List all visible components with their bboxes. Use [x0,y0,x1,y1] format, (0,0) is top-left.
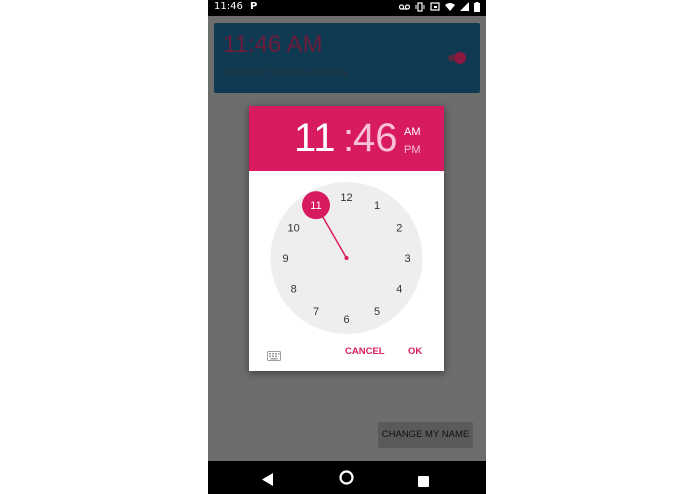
toggle-thumb [454,52,466,64]
dial-number-2[interactable]: 2 [396,223,402,235]
dial-number-7[interactable]: 7 [313,306,319,318]
alarm-toggle [446,52,466,64]
time-picker-header: 11 : 46 AM PM [249,106,444,171]
dial-number-4[interactable]: 4 [396,284,402,296]
time-picker-dialog: 11 : 46 AM PM 12 1 2 3 4 5 6 7 8 9 10 11 CANCEL OK [249,106,444,371]
dial-number-8[interactable]: 8 [291,284,297,296]
selected-minute[interactable]: 46 [353,116,398,161]
status-bar: 11:46 P [208,0,486,16]
selected-hour[interactable]: 11 [294,116,336,161]
wifi-icon [445,2,455,14]
dial-number-9[interactable]: 9 [282,253,288,265]
app-notification-icon: P [250,1,258,12]
voicemail-icon [398,3,411,14]
pm-toggle[interactable]: PM [404,144,421,156]
battery-icon [474,1,480,15]
dial-number-11[interactable]: 11 [310,200,321,212]
change-my-name-button: CHANGE MY NAME [378,422,473,448]
dial-number-6[interactable]: 6 [343,314,349,326]
cancel-button[interactable]: CANCEL [345,346,385,357]
navigation-bar [208,461,486,494]
dial-number-5[interactable]: 5 [374,306,380,318]
dial-number-1[interactable]: 1 [374,200,380,212]
alarm-time: 11:46 AM [223,31,323,58]
cast-icon [430,1,440,15]
alarm-reminder-text: Reminder: Shovel the driveway [223,67,348,77]
back-icon[interactable] [262,471,274,490]
status-time: 11:46 [214,1,243,12]
ok-button[interactable]: OK [408,346,422,357]
dial-number-10[interactable]: 10 [288,223,300,235]
vibrate-icon [415,1,425,15]
home-icon[interactable] [339,470,354,489]
dial-center [344,256,349,260]
dial-number-12[interactable]: 12 [340,192,352,204]
keyboard-icon[interactable] [267,346,281,365]
status-icons [398,1,480,15]
recents-icon[interactable] [418,472,429,491]
alarm-card: 11:46 AM Reminder: Shovel the driveway [214,23,480,93]
signal-icon [460,2,469,14]
am-toggle[interactable]: AM [404,126,421,138]
clock-dial[interactable]: 121234567891011 [249,171,444,346]
dial-number-3[interactable]: 3 [404,253,410,265]
